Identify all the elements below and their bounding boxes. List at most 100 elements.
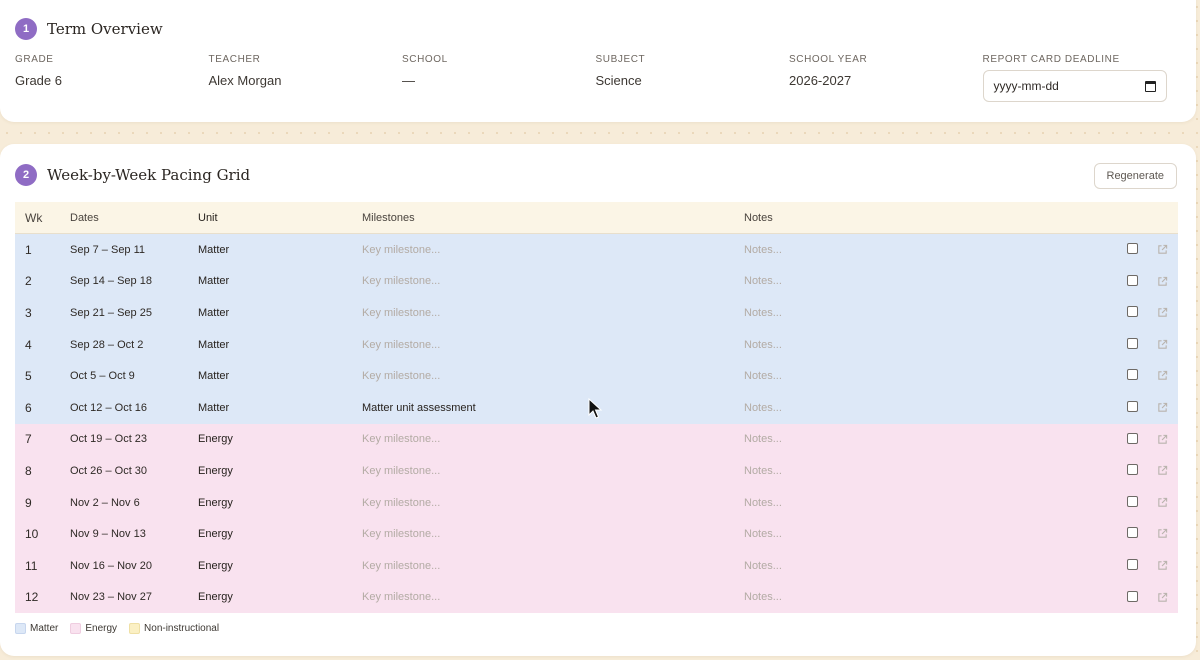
table-row: 10 Nov 9 – Nov 13 Energy Key milestone... No…: [15, 518, 1178, 550]
notes-input[interactable]: Notes...: [744, 244, 1104, 256]
notes-input[interactable]: Notes...: [744, 402, 1104, 414]
legend-item-matter: Matter: [15, 623, 58, 634]
unit-cell[interactable]: Energy: [198, 528, 362, 540]
milestone-input[interactable]: Key milestone...: [362, 465, 744, 477]
field-value[interactable]: Alex Morgan: [209, 73, 403, 88]
milestone-input[interactable]: Key milestone...: [362, 370, 744, 382]
notes-input[interactable]: Notes...: [744, 497, 1104, 509]
field-value[interactable]: Grade 6: [15, 73, 209, 88]
legend-swatch: [129, 623, 141, 634]
open-external-icon[interactable]: [1157, 276, 1168, 287]
field-value[interactable]: 2026-2027: [789, 73, 983, 88]
unit-cell[interactable]: Matter: [198, 370, 362, 382]
field-report-card-deadline: REPORT CARD DEADLINE yyyy-mm-dd: [982, 54, 1177, 102]
week-number: 9: [25, 495, 32, 510]
field-teacher: TEACHER Alex Morgan: [209, 54, 403, 102]
week-done-checkbox[interactable]: [1127, 590, 1138, 602]
unit-cell[interactable]: Matter: [198, 402, 362, 414]
unit-cell[interactable]: Energy: [198, 560, 362, 572]
open-external-icon[interactable]: [1157, 528, 1168, 539]
week-done-checkbox[interactable]: [1127, 369, 1138, 381]
week-dates: Sep 14 – Sep 18: [70, 275, 152, 288]
section-title: Week-by-Week Pacing Grid: [47, 166, 251, 184]
pacing-grid-header: 2 Week-by-Week Pacing Grid: [15, 164, 250, 186]
unit-cell[interactable]: Energy: [198, 465, 362, 477]
milestone-input[interactable]: Key milestone...: [362, 307, 744, 319]
milestone-input[interactable]: Key milestone...: [362, 275, 744, 287]
open-external-icon[interactable]: [1157, 402, 1168, 413]
week-done-checkbox[interactable]: [1127, 432, 1138, 444]
column-header-dates: Dates: [70, 211, 99, 224]
table-row: 1 Sep 7 – Sep 11 Matter Key milestone... Not…: [15, 234, 1178, 266]
overview-fields: GRADE Grade 6 TEACHER Alex Morgan SCHOOL…: [15, 54, 1176, 102]
notes-input[interactable]: Notes...: [744, 560, 1104, 572]
notes-input[interactable]: Notes...: [744, 591, 1104, 603]
week-done-checkbox[interactable]: [1127, 243, 1138, 254]
open-external-icon[interactable]: [1157, 244, 1168, 255]
week-done-checkbox[interactable]: [1127, 400, 1138, 412]
milestone-input[interactable]: Key milestone...: [362, 560, 744, 572]
week-done-checkbox[interactable]: [1127, 464, 1138, 476]
open-external-icon[interactable]: [1157, 307, 1168, 318]
week-number: 11: [25, 558, 38, 573]
notes-input[interactable]: Notes...: [744, 275, 1104, 287]
notes-input[interactable]: Notes...: [744, 370, 1104, 382]
unit-cell[interactable]: Matter: [198, 307, 362, 319]
notes-input[interactable]: Notes...: [744, 528, 1104, 540]
milestone-input[interactable]: Key milestone...: [362, 433, 744, 445]
unit-cell[interactable]: Energy: [198, 591, 362, 603]
table-body: 1 Sep 7 – Sep 11 Matter Key milestone... Not…: [15, 234, 1178, 614]
table-row: 9 Nov 2 – Nov 6 Energy Key milestone... Note…: [15, 486, 1178, 519]
legend-label: Matter: [30, 623, 59, 634]
notes-input[interactable]: Notes...: [744, 339, 1104, 351]
milestone-input[interactable]: Key milestone...: [362, 497, 744, 509]
section-title: Term Overview: [47, 20, 163, 38]
regenerate-button[interactable]: Regenerate: [1093, 163, 1177, 189]
week-done-checkbox[interactable]: [1127, 337, 1138, 349]
step-badge: 2: [15, 164, 37, 186]
notes-input[interactable]: Notes...: [744, 307, 1104, 319]
open-external-icon[interactable]: [1157, 592, 1168, 603]
milestone-input[interactable]: Key milestone...: [362, 244, 744, 256]
week-number: 7: [25, 432, 32, 447]
open-external-icon[interactable]: [1157, 434, 1168, 445]
calendar-icon[interactable]: [1144, 80, 1156, 92]
notes-input[interactable]: Notes...: [744, 465, 1104, 477]
week-done-checkbox[interactable]: [1127, 274, 1138, 286]
week-done-checkbox[interactable]: [1127, 306, 1138, 318]
step-badge: 1: [15, 18, 37, 40]
milestone-input[interactable]: Key milestone...: [362, 339, 744, 351]
unit-cell[interactable]: Matter: [198, 275, 362, 287]
field-label: SCHOOL: [402, 54, 448, 65]
field-value[interactable]: —: [402, 73, 596, 88]
field-school-year: SCHOOL YEAR 2026-2027: [789, 54, 983, 102]
week-done-checkbox[interactable]: [1127, 495, 1138, 507]
open-external-icon[interactable]: [1157, 370, 1168, 381]
open-external-icon[interactable]: [1157, 497, 1168, 508]
week-dates: Nov 23 – Nov 27: [70, 591, 152, 604]
week-dates: Sep 7 – Sep 11: [70, 243, 146, 256]
table-row: 11 Nov 16 – Nov 20 Energy Key milestone... N…: [15, 549, 1178, 582]
open-external-icon[interactable]: [1157, 465, 1168, 476]
week-done-checkbox[interactable]: [1127, 558, 1138, 570]
week-dates: Oct 12 – Oct 16: [70, 401, 148, 414]
notes-input[interactable]: Notes...: [744, 433, 1104, 445]
milestone-input[interactable]: Key milestone...: [362, 591, 744, 603]
open-external-icon[interactable]: [1157, 339, 1168, 350]
unit-cell[interactable]: Matter: [198, 244, 362, 256]
unit-cell[interactable]: Matter: [198, 339, 362, 351]
unit-cell[interactable]: Energy: [198, 497, 362, 509]
field-grade: GRADE Grade 6: [15, 54, 209, 102]
milestone-input[interactable]: Matter unit assessment: [362, 402, 744, 414]
deadline-date-input[interactable]: yyyy-mm-dd: [982, 70, 1167, 102]
week-number: 1: [25, 242, 32, 257]
field-value[interactable]: Science: [596, 73, 790, 88]
unit-cell[interactable]: Energy: [198, 433, 362, 445]
week-done-checkbox[interactable]: [1127, 527, 1138, 539]
milestone-input[interactable]: Key milestone...: [362, 528, 744, 540]
table-row: 8 Oct 26 – Oct 30 Energy Key milestone... No…: [15, 455, 1178, 487]
table-row: 3 Sep 21 – Sep 25 Matter Key milestone... No…: [15, 297, 1178, 329]
open-external-icon[interactable]: [1157, 560, 1168, 571]
field-subject: SUBJECT Science: [596, 54, 790, 102]
week-number: 5: [25, 369, 32, 384]
